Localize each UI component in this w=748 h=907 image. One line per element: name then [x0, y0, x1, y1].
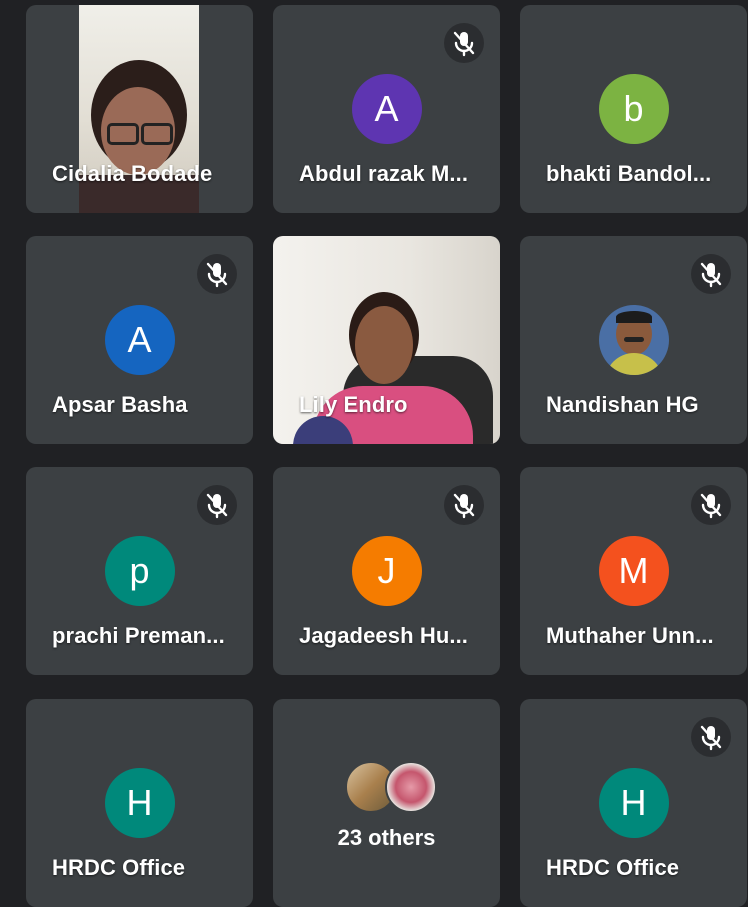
avatar: H — [598, 768, 669, 838]
mic-off-icon — [691, 254, 731, 294]
participant-name: Abdul razak M... — [299, 161, 469, 186]
others-avatars — [345, 761, 437, 813]
participant-name: HRDC Office — [52, 855, 186, 880]
mic-off-icon — [197, 485, 237, 525]
participant-tile-muthaher[interactable]: M Muthaher Unn... — [520, 467, 747, 675]
participant-name: HRDC Office — [546, 855, 680, 880]
mic-off-icon — [691, 485, 731, 525]
mic-off-icon — [691, 717, 731, 757]
avatar-thumbnail — [385, 761, 437, 813]
avatar: A — [351, 74, 422, 144]
participant-name: Jagadeesh Hu... — [299, 623, 469, 648]
avatar-photo — [598, 305, 669, 375]
avatar: J — [351, 536, 422, 606]
participant-tile-lily[interactable]: Lily Endro — [273, 236, 500, 444]
participant-tile-hrdc-1[interactable]: H HRDC Office — [26, 699, 253, 907]
participant-tile-bhakti[interactable]: b bhakti Bandol... — [520, 5, 747, 213]
participant-name: Nandishan HG — [546, 392, 699, 417]
participant-name: Apsar Basha — [52, 392, 188, 417]
mic-off-icon — [197, 254, 237, 294]
participant-tile-prachi[interactable]: p prachi Preman... — [26, 467, 253, 675]
participant-name: prachi Preman... — [52, 623, 225, 648]
participant-name: bhakti Bandol... — [546, 161, 712, 186]
avatar: p — [104, 536, 175, 606]
participant-tile-nandishan[interactable]: Nandishan HG — [520, 236, 747, 444]
others-count: 23 others — [337, 825, 436, 850]
participant-tile-apsar[interactable]: A Apsar Basha — [26, 236, 253, 444]
mic-off-icon — [444, 23, 484, 63]
avatar: M — [598, 536, 669, 606]
participant-tile-jagadeesh[interactable]: J Jagadeesh Hu... — [273, 467, 500, 675]
participant-name: Cidalia Bodade — [52, 161, 213, 186]
avatar: A — [104, 305, 175, 375]
participant-name: Lily Endro — [299, 392, 408, 417]
participant-tile-cidalia[interactable]: Cidalia Bodade — [26, 5, 253, 213]
participant-tile-hrdc-2[interactable]: H HRDC Office — [520, 699, 747, 907]
participant-name: Muthaher Unn... — [546, 623, 714, 648]
avatar: H — [104, 768, 175, 838]
participant-grid: Cidalia Bodade A Abdul razak M... b bhak… — [0, 0, 748, 907]
avatar: b — [598, 74, 669, 144]
participant-tile-abdul[interactable]: A Abdul razak M... — [273, 5, 500, 213]
mic-off-icon — [444, 485, 484, 525]
others-tile[interactable]: 23 others — [273, 699, 500, 907]
